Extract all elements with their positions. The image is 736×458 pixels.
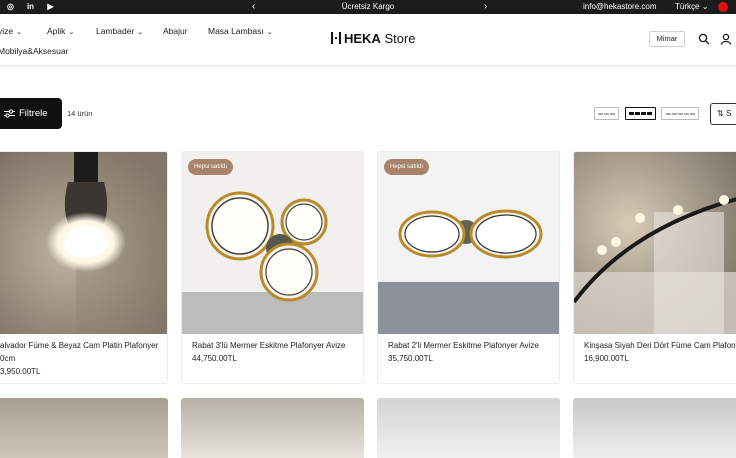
product-title[interactable]: Kinşasa Siyah Deri Dört Füme Cam Plafony xyxy=(584,341,736,350)
product-image[interactable]: Hepsi satıldı xyxy=(378,152,559,334)
product-image[interactable]: Hepsi satıldı xyxy=(182,152,363,334)
grid-5-columns-button[interactable] xyxy=(661,107,699,120)
chevron-down-icon: ⌄ xyxy=(16,29,22,36)
sort-label: S xyxy=(725,109,732,118)
logo-rest-text: Store xyxy=(380,31,416,46)
nav-label: Abajur xyxy=(163,26,188,36)
nav-label: vize xyxy=(0,26,14,36)
sold-out-badge: Hepsi satıldı xyxy=(188,159,234,175)
product-card[interactable]: alvador Füme & Beyaz Cam Platin Plafonye… xyxy=(0,151,168,384)
chevron-down-icon: ⌄ xyxy=(266,29,273,36)
product-title[interactable]: Rabat 3'lü Mermer Eskitme Plafonyer Aviz… xyxy=(192,341,345,350)
site-header: vize ⌄ Aplik ⌄ Lambader ⌄ Abajur Masa Lamba… xyxy=(0,14,736,66)
chevron-down-icon: ⌄ xyxy=(701,2,709,11)
grid-3-columns-button[interactable] xyxy=(594,107,619,120)
product-card[interactable]: Hepsi satıldı Rabat 3'lü Mermer Eskitme … xyxy=(181,151,364,384)
product-title[interactable]: Rabat 2'li Mermer Eskitme Plafonyer Aviz… xyxy=(388,341,539,350)
product-card-partial[interactable] xyxy=(573,398,736,458)
nav-label: Masa Lambası xyxy=(208,26,264,36)
logo-bold-text: HEKA xyxy=(344,31,381,46)
sold-out-badge: Hepsi satıldı xyxy=(384,159,430,175)
nav-item-masa-lambasi[interactable]: Masa Lambası ⌄ xyxy=(208,26,273,36)
product-price: 16,900.00TL xyxy=(584,354,629,363)
chevron-down-icon: ⌄ xyxy=(137,29,144,36)
language-label: Türkçe xyxy=(675,2,700,11)
product-count: 14 ürün xyxy=(67,109,93,118)
sort-button[interactable]: ⇅ S xyxy=(710,103,736,125)
turkey-flag-icon[interactable] xyxy=(718,2,728,12)
announcement-bar: ◎ in ▶ ‹ Ücretsiz Kargo › info@hekastore… xyxy=(0,0,736,14)
filter-sliders-icon xyxy=(4,109,15,118)
product-card-partial[interactable] xyxy=(0,398,168,458)
sort-icon: ⇅ xyxy=(717,109,724,118)
nav-item-lambader[interactable]: Lambader ⌄ xyxy=(96,26,143,36)
product-image[interactable] xyxy=(574,152,736,334)
mimar-button[interactable]: Mimar xyxy=(649,31,685,47)
nav-label: Aplik xyxy=(47,26,66,36)
nav-item-avize[interactable]: vize ⌄ xyxy=(0,26,22,36)
product-card-partial[interactable] xyxy=(377,398,560,458)
heka-logo-icon xyxy=(331,32,341,44)
product-card[interactable]: Kinşasa Siyah Deri Dört Füme Cam Plafony… xyxy=(573,151,736,384)
language-selector[interactable]: Türkçe ⌄ xyxy=(675,2,708,11)
nav-item-abajur[interactable]: Abajur xyxy=(163,26,188,36)
promo-next-icon[interactable]: › xyxy=(484,0,487,14)
product-size: 0cm xyxy=(0,354,16,363)
contact-email[interactable]: info@hekastore.com xyxy=(583,2,657,11)
nav-label: Mobilya&Aksesuar xyxy=(0,46,69,56)
product-price: 44,750.00TL xyxy=(192,354,237,363)
product-price: 35,750.00TL xyxy=(388,354,433,363)
grid-4-columns-button[interactable] xyxy=(625,107,656,120)
site-logo[interactable]: HEKA Store xyxy=(331,31,416,46)
product-image[interactable] xyxy=(0,152,167,334)
filter-button[interactable]: Filtrele xyxy=(0,98,62,129)
product-card[interactable]: Hepsi satıldı Rabat 2'li Mermer Eskitme … xyxy=(377,151,560,384)
account-icon[interactable] xyxy=(720,33,732,45)
product-card-partial[interactable] xyxy=(181,398,364,458)
product-price: 3,950.00TL xyxy=(0,367,41,376)
chevron-down-icon: ⌄ xyxy=(68,29,75,36)
nav-item-aplik[interactable]: Aplik ⌄ xyxy=(47,26,74,36)
product-title[interactable]: alvador Füme & Beyaz Cam Platin Plafonye… xyxy=(0,341,158,350)
nav-item-mobilya-aksesuar[interactable]: Mobilya&Aksesuar xyxy=(0,46,68,56)
nav-label: Lambader xyxy=(96,26,135,36)
search-icon[interactable] xyxy=(698,33,710,45)
filter-label: Filtrele xyxy=(19,108,48,119)
